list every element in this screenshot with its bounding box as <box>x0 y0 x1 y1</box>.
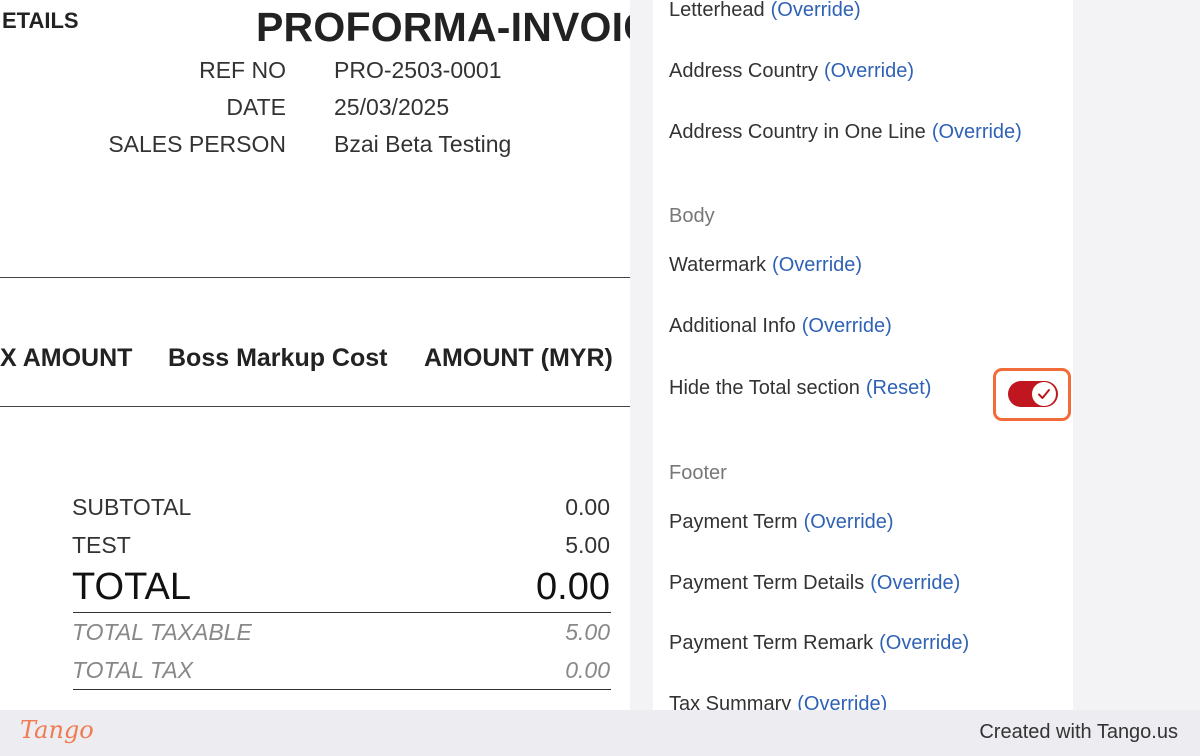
column-header-boss-markup: Boss Markup Cost <box>168 344 388 372</box>
total-taxable-label: TOTAL TAXABLE <box>72 619 252 645</box>
setting-address-country: Address Country (Override) <box>669 60 914 82</box>
tax-summary-override-link[interactable]: (Override) <box>797 693 887 710</box>
tango-footer-bar: Tango Created with Tango.us <box>0 710 1200 756</box>
total-label: TOTAL <box>72 566 191 608</box>
setting-payment-term-remark: Payment Term Remark (Override) <box>669 632 970 654</box>
column-header-amount-fragment: X AMOUNT <box>0 344 133 372</box>
payment-term-override-link[interactable]: (Override) <box>804 511 894 533</box>
setting-additional-info: Additional Info (Override) <box>669 315 892 337</box>
date-value: 25/03/2025 <box>334 94 450 120</box>
watermark-override-link[interactable]: (Override) <box>772 254 862 276</box>
date-label: DATE <box>226 94 286 120</box>
setting-payment-term: Payment Term (Override) <box>669 511 894 533</box>
total-rule <box>73 612 611 613</box>
tax-rule <box>73 689 611 690</box>
section-fragment: ETAILS <box>2 8 79 33</box>
document-title: PROFORMA-INVOICE <box>256 4 630 50</box>
payment-term-details-override-link[interactable]: (Override) <box>870 572 960 594</box>
subtotal-label: SUBTOTAL <box>72 494 192 520</box>
ref-no-label: REF NO <box>199 57 286 83</box>
setting-watermark: Watermark (Override) <box>669 254 863 276</box>
total-tax-value: 0.00 <box>565 657 610 683</box>
setting-tax-summary: Tax Summary (Override) <box>669 693 887 710</box>
setting-letterhead: Letterhead (Override) <box>669 0 861 21</box>
total-value: 0.00 <box>536 566 610 608</box>
subtotal-value: 0.00 <box>565 494 610 520</box>
toggle-knob <box>1032 382 1056 406</box>
setting-payment-term-details: Payment Term Details (Override) <box>669 572 961 594</box>
tango-logo: Tango <box>20 716 94 744</box>
table-top-rule <box>0 277 630 278</box>
setting-address-country-one-line: Address Country in One Line (Override) <box>669 121 1022 143</box>
test-value: 5.00 <box>565 532 610 558</box>
hide-total-toggle[interactable] <box>1008 381 1058 407</box>
body-section-heading: Body <box>669 205 715 227</box>
ref-no-value: PRO-2503-0001 <box>334 57 502 83</box>
total-taxable-value: 5.00 <box>565 619 610 645</box>
created-with-credit: Created with Tango.us <box>979 721 1178 743</box>
column-header-amount-myr: AMOUNT (MYR) <box>424 344 613 372</box>
address-country-override-link[interactable]: (Override) <box>824 60 914 82</box>
hide-total-reset-link[interactable]: (Reset) <box>866 377 932 399</box>
print-settings-panel: Letterhead (Override) Address Country (Ove… <box>653 0 1073 710</box>
additional-info-override-link[interactable]: (Override) <box>802 315 892 337</box>
invoice-preview: ETAILS PROFORMA-INVOICE REF NO PRO-2503-… <box>0 0 630 710</box>
sales-person-value: Bzai Beta Testing <box>334 131 512 157</box>
total-tax-label: TOTAL TAX <box>72 657 193 683</box>
toggle-highlight <box>993 368 1071 421</box>
letterhead-override-link[interactable]: (Override) <box>771 0 861 21</box>
test-label: TEST <box>72 532 131 558</box>
payment-term-remark-override-link[interactable]: (Override) <box>879 632 969 654</box>
check-icon <box>1038 389 1050 399</box>
setting-hide-total-section: Hide the Total section (Reset) <box>669 377 932 399</box>
footer-section-heading: Footer <box>669 462 727 484</box>
sales-person-label: SALES PERSON <box>108 131 286 157</box>
table-bottom-rule <box>0 406 630 407</box>
address-country-one-line-override-link[interactable]: (Override) <box>932 121 1022 143</box>
